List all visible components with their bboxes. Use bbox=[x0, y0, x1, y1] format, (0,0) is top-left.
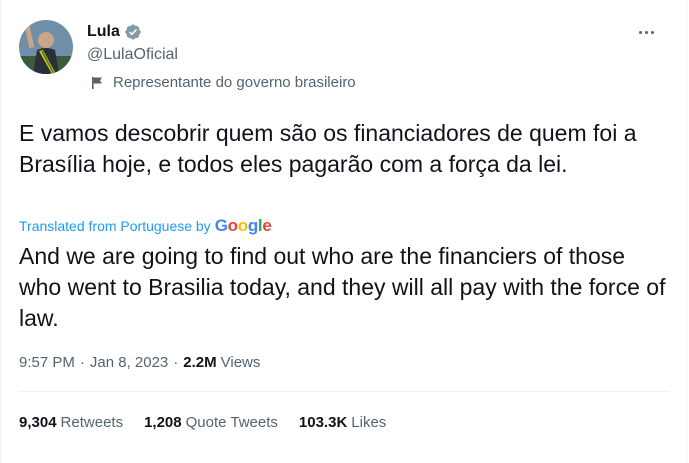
tweet-date[interactable]: Jan 8, 2023 bbox=[90, 354, 168, 371]
government-label: Representante do governo brasileiro bbox=[91, 74, 356, 91]
more-dot-icon bbox=[650, 30, 654, 34]
views-count: 2.2M bbox=[183, 354, 217, 371]
verified-badge-icon[interactable] bbox=[124, 23, 142, 41]
translation-attribution[interactable]: Translated from Portuguese by Google bbox=[19, 216, 272, 236]
views-label: Views bbox=[220, 354, 261, 371]
quote-tweets-count: 1,208 bbox=[144, 414, 182, 431]
likes-stat[interactable]: 103.3K Likes bbox=[299, 414, 386, 431]
likes-label: Likes bbox=[351, 414, 387, 431]
flag-icon bbox=[92, 76, 102, 89]
meta-separator: · bbox=[79, 354, 85, 371]
government-label-text: Representante do governo brasileiro bbox=[113, 74, 356, 91]
tweet-original-text: E vamos descobrir quem são os financiado… bbox=[19, 120, 637, 177]
quote-tweets-stat[interactable]: 1,208 Quote Tweets bbox=[144, 414, 278, 431]
retweets-label: Retweets bbox=[60, 414, 124, 431]
more-dot-icon bbox=[638, 30, 642, 34]
more-dot-icon bbox=[644, 30, 648, 34]
author-handle[interactable]: @LulaOficial bbox=[87, 46, 178, 64]
more-options-button[interactable] bbox=[633, 22, 659, 42]
author-name[interactable]: Lula bbox=[87, 23, 120, 41]
translated-from-label: Translated from Portuguese by bbox=[19, 218, 211, 234]
author-name-row: Lula bbox=[87, 23, 142, 41]
tweet-time[interactable]: 9:57 PM bbox=[19, 354, 75, 371]
left-border bbox=[0, 0, 1, 463]
retweets-count: 9,304 bbox=[19, 414, 57, 431]
quote-tweets-label: Quote Tweets bbox=[185, 414, 278, 431]
divider bbox=[19, 391, 669, 392]
tweet-stats: 9,304 Retweets 1,208 Quote Tweets 103.3K Li… bbox=[19, 414, 407, 431]
right-border bbox=[686, 0, 687, 463]
tweet-meta: 9:57 PM · Jan 8, 2023 · 2.2M Views bbox=[19, 354, 260, 371]
meta-separator: · bbox=[173, 354, 179, 371]
likes-count: 103.3K bbox=[298, 414, 348, 431]
avatar[interactable] bbox=[19, 20, 73, 74]
google-logo: Google bbox=[214, 216, 272, 235]
tweet-translated-text: And we are going to find out who are the… bbox=[19, 243, 666, 331]
retweets-stat[interactable]: 9,304 Retweets bbox=[19, 414, 123, 431]
avatar-image-icon bbox=[19, 20, 73, 74]
